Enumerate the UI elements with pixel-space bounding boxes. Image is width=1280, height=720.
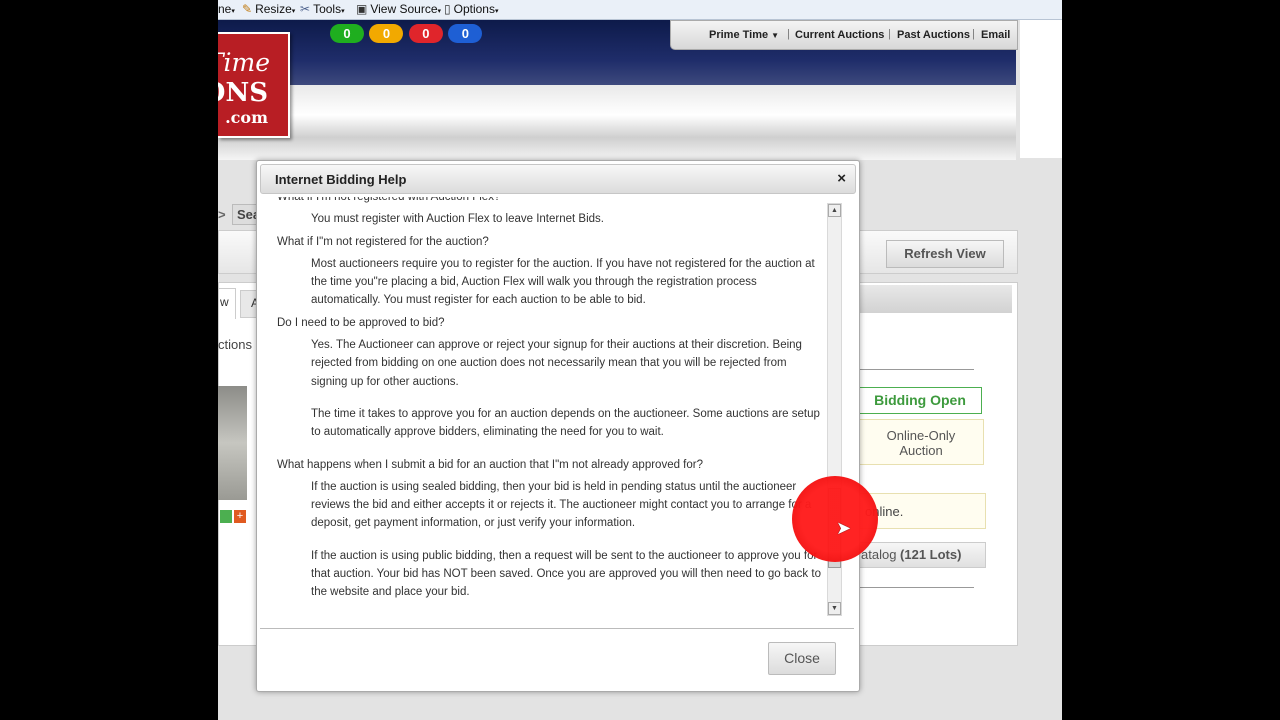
toolbar-item-label: Tools	[313, 2, 342, 16]
refresh-view-button[interactable]: Refresh View	[886, 240, 1004, 268]
status-badge-green[interactable]: 0	[330, 24, 364, 43]
nav-email[interactable]: Email	[981, 29, 1010, 41]
nav-separator: |	[787, 28, 790, 40]
toolbar-item-label: Options	[453, 2, 495, 16]
mouse-cursor-icon: ➤	[836, 518, 852, 538]
dropdown-arrow-icon: ▾	[437, 8, 442, 15]
internet-bidding-help-dialog: Internet Bidding Help × What if I'm not …	[256, 160, 860, 692]
nav-prime-time[interactable]: Prime Time ▼	[709, 29, 779, 41]
faq-question: What if I'm not registered with Auction …	[277, 197, 501, 203]
logo-line-3: .com	[225, 108, 268, 127]
nav-past-auctions[interactable]: Past Auctions	[897, 29, 970, 41]
divider	[858, 369, 974, 370]
toolbar-item-label: View Source	[370, 2, 438, 16]
toolbar-item-label: ne	[218, 2, 232, 16]
scroll-down-icon[interactable]: ▼	[828, 602, 841, 615]
header-silver-band	[218, 85, 1016, 160]
faq-answer: You must register with Auction Flex to l…	[311, 213, 604, 226]
tab-label: w	[220, 295, 229, 309]
faq-answer: Most auctioneers require you to register…	[311, 257, 815, 307]
online-only-auction-badge: Online-Only Auction	[858, 419, 984, 465]
nav-current-auctions[interactable]: Current Auctions	[795, 29, 884, 41]
status-badges: 0 0 0 0	[330, 24, 483, 43]
toolbar-resize[interactable]: ✎ Resize▾	[242, 2, 295, 16]
search-arrow: >	[218, 207, 226, 222]
pencil-icon: ✎	[242, 2, 253, 16]
site-logo[interactable]: Time ONS .com	[218, 32, 290, 138]
faq-question: What happens when I submit a bid for an …	[277, 458, 703, 471]
toolbar-item-label: Resize	[255, 2, 292, 16]
faq-answer: If the auction is using public bidding, …	[311, 549, 821, 599]
dialog-footer-divider	[260, 628, 854, 629]
close-button[interactable]: Close	[768, 642, 836, 675]
dialog-title: Internet Bidding Help	[275, 172, 407, 187]
status-badge-red[interactable]: 0	[408, 24, 443, 43]
social-share-icon[interactable]	[220, 510, 232, 523]
faq-scroll-area[interactable]: What if I'm not registered with Auction …	[269, 197, 825, 617]
dropdown-arrow-icon: ▼	[771, 31, 780, 40]
toolbar-options[interactable]: ▯ Options▾	[444, 2, 498, 16]
faq-question: Do I need to be approved to bid?	[277, 316, 445, 329]
auctions-label: ctions	[218, 337, 252, 352]
top-nav: Prime Time ▼ | Current Auctions | Past A…	[670, 20, 1018, 50]
faq-answer: Yes. The Auctioneer can approve or rejec…	[311, 339, 802, 388]
tab-strip	[858, 285, 1012, 313]
dialog-title-bar[interactable]: Internet Bidding Help ×	[260, 164, 856, 194]
dropdown-arrow-icon: ▾	[494, 8, 499, 15]
divider	[858, 587, 974, 588]
logo-line-2: ONS	[218, 78, 268, 108]
browser-toolbar: ne▾ ✎ Resize▾ ✂ Tools▾ ▣ View Source▾ ▯ Opti…	[218, 0, 1062, 20]
click-indicator	[792, 476, 878, 562]
catalog-count: (121 Lots)	[900, 547, 962, 562]
dropdown-arrow-icon: ▾	[291, 8, 296, 15]
lot-thumbnail[interactable]	[218, 386, 247, 500]
online-only-line-1: Online-Only	[886, 428, 956, 443]
toolbar-item-prev[interactable]: ne▾	[218, 2, 235, 16]
scroll-up-icon[interactable]: ▲	[828, 204, 841, 217]
faq-question: What if I"m not registered for the aucti…	[277, 235, 489, 248]
nav-separator: |	[888, 28, 891, 40]
page-icon: ▯	[444, 2, 451, 16]
status-badge-blue[interactable]: 0	[448, 24, 483, 43]
nav-label: Prime Time	[709, 29, 769, 41]
dropdown-arrow-icon: ▾	[231, 8, 235, 15]
close-icon[interactable]: ×	[837, 170, 846, 187]
faq-content: What if I'm not registered with Auction …	[269, 197, 825, 606]
nav-separator: |	[972, 28, 975, 40]
add-icon[interactable]: +	[234, 510, 246, 523]
faq-answer: If the auction is using sealed bidding, …	[311, 480, 812, 530]
tab-view[interactable]: w	[218, 288, 236, 319]
toolbar-view-source[interactable]: ▣ View Source▾	[356, 2, 441, 16]
toolbar-tools[interactable]: ✂ Tools▾	[300, 2, 345, 16]
online-only-line-2: Auction	[899, 443, 943, 458]
wrench-icon: ✂	[300, 2, 311, 16]
bidding-open-status: Bidding Open	[858, 387, 982, 414]
dropdown-arrow-icon: ▾	[341, 8, 345, 15]
catalog-label: atalog	[861, 547, 897, 562]
view-catalog-button[interactable]: atalog (121 Lots)	[858, 542, 986, 568]
monitor-icon: ▣	[356, 2, 368, 16]
faq-answer: The time it takes to approve you for an …	[311, 407, 820, 439]
logo-line-1: Time	[218, 48, 270, 77]
status-badge-yellow[interactable]: 0	[369, 24, 404, 43]
page-right-margin	[1020, 20, 1062, 158]
